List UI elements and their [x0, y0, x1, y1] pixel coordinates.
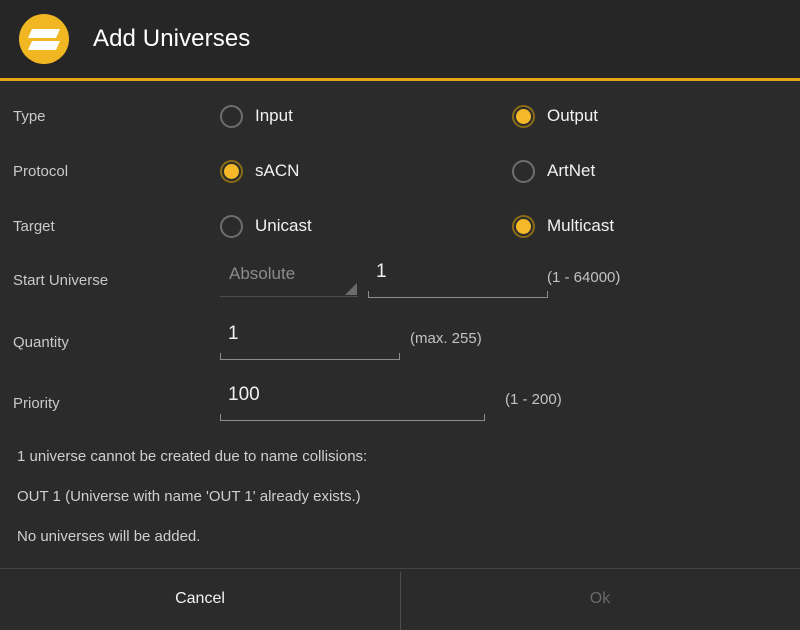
- radio-unicast-icon[interactable]: [220, 215, 243, 238]
- radio-input-icon[interactable]: [220, 105, 243, 128]
- priority-input[interactable]: 100: [220, 385, 485, 421]
- start-universe-input[interactable]: 1: [368, 262, 548, 298]
- form-row-quantity: Quantity 1 (max. 255): [0, 321, 800, 363]
- label-priority: Priority: [13, 395, 60, 412]
- radio-option-unicast[interactable]: Unicast: [220, 215, 312, 238]
- page-title: Add Universes: [93, 25, 250, 53]
- start-universe-input-underline: [368, 297, 548, 298]
- footer-vertical-divider: [400, 572, 401, 630]
- logo-bar-bottom: [28, 41, 60, 50]
- chevron-down-icon[interactable]: [345, 283, 357, 295]
- form-row-type: Type Input Output: [0, 95, 800, 137]
- label-target: Target: [13, 218, 55, 235]
- radio-output-icon[interactable]: [512, 105, 535, 128]
- label-start-universe: Start Universe: [13, 272, 108, 289]
- form-row-target: Target Unicast Multicast: [0, 205, 800, 247]
- footer-top-divider: [0, 568, 800, 569]
- warning-line-result: No universes will be added.: [17, 529, 757, 544]
- quantity-input[interactable]: 1: [220, 324, 400, 360]
- form-row-start-universe: Start Universe Absolute 1 (1 - 64000): [0, 259, 800, 301]
- dialog-footer: Cancel Ok: [0, 568, 800, 630]
- radio-option-sacn-label: sACN: [255, 161, 299, 181]
- quantity-input-value: 1: [228, 323, 239, 345]
- dropdown-underline: [220, 296, 358, 297]
- label-protocol: Protocol: [13, 163, 68, 180]
- radio-option-multicast[interactable]: Multicast: [512, 215, 614, 238]
- label-quantity: Quantity: [13, 334, 69, 351]
- priority-input-underline: [220, 420, 485, 421]
- radio-option-input[interactable]: Input: [220, 105, 293, 128]
- collision-warning: 1 universe cannot be created due to name…: [17, 449, 757, 544]
- form-row-protocol: Protocol sACN ArtNet: [0, 150, 800, 192]
- radio-option-multicast-label: Multicast: [547, 216, 614, 236]
- warning-line-summary: 1 universe cannot be created due to name…: [17, 449, 757, 464]
- radio-option-input-label: Input: [255, 106, 293, 126]
- label-type: Type: [13, 108, 46, 125]
- radio-option-unicast-label: Unicast: [255, 216, 312, 236]
- start-universe-hint: (1 - 64000): [547, 269, 620, 286]
- radio-option-sacn[interactable]: sACN: [220, 160, 299, 183]
- dialog-form: Type Input Output Protocol sACN ArtNet: [0, 81, 800, 568]
- add-universes-dialog: Add Universes Type Input Output Protocol…: [0, 0, 800, 630]
- radio-option-output[interactable]: Output: [512, 105, 598, 128]
- radio-artnet-icon[interactable]: [512, 160, 535, 183]
- form-row-priority: Priority 100 (1 - 200): [0, 382, 800, 424]
- radio-option-artnet[interactable]: ArtNet: [512, 160, 595, 183]
- warning-line-detail: OUT 1 (Universe with name 'OUT 1' alread…: [17, 489, 757, 504]
- radio-option-artnet-label: ArtNet: [547, 161, 595, 181]
- ok-button[interactable]: Ok: [400, 568, 800, 630]
- quantity-input-underline: [220, 359, 400, 360]
- quantity-hint: (max. 255): [410, 330, 482, 347]
- cancel-button[interactable]: Cancel: [0, 568, 400, 630]
- app-logo-icon: [19, 14, 69, 64]
- radio-option-output-label: Output: [547, 106, 598, 126]
- logo-bar-top: [28, 29, 60, 38]
- radio-multicast-icon[interactable]: [512, 215, 535, 238]
- dialog-header: Add Universes: [0, 0, 800, 78]
- radio-sacn-icon[interactable]: [220, 160, 243, 183]
- priority-hint: (1 - 200): [505, 391, 562, 408]
- start-universe-mode-dropdown[interactable]: Absolute: [220, 263, 358, 297]
- start-universe-input-value: 1: [376, 261, 387, 283]
- start-universe-mode-value: Absolute: [229, 264, 295, 284]
- priority-input-value: 100: [228, 384, 260, 406]
